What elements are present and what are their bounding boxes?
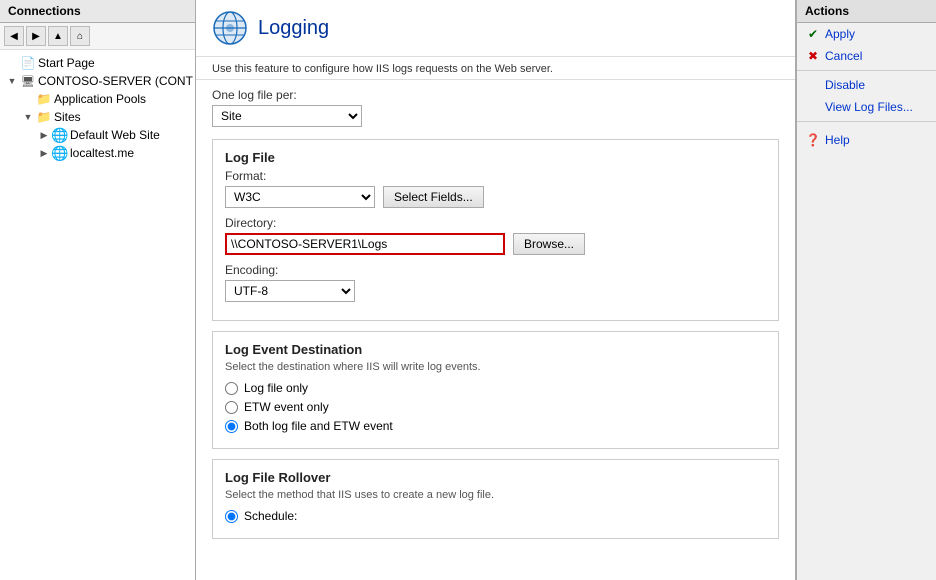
help-icon: ❓ [805,132,821,148]
cancel-label: Cancel [825,49,862,63]
radio-schedule-label: Schedule: [244,509,297,523]
log-file-rollover-section: Log File Rollover Select the method that… [212,459,779,539]
cancel-action[interactable]: ✖ Cancel [797,45,936,67]
encoding-row: UTF-8 ANSI [225,280,766,302]
center-panel: Logging Use this feature to configure ho… [196,0,796,580]
view-log-files-action[interactable]: View Log Files... [797,96,936,118]
expand-start-page [4,55,20,71]
radio-log-file-only[interactable] [225,382,238,395]
browse-button[interactable]: Browse... [513,233,585,255]
log-event-desc: Select the destination where IIS will wr… [225,361,766,373]
help-action[interactable]: ❓ Help [797,129,936,151]
feature-description: Use this feature to configure how IIS lo… [196,57,795,80]
log-event-section: Log Event Destination Select the destina… [212,331,779,449]
feature-content: One log file per: Site Server Log File F… [196,80,795,580]
default-web-icon: 🌐 [52,127,68,143]
localtest-label: localtest.me [70,146,134,160]
view-log-files-label: View Log Files... [825,100,913,114]
log-event-title: Log Event Destination [225,342,766,357]
expand-sites[interactable]: ▼ [20,109,36,125]
directory-row: Browse... [225,233,766,255]
radio-etw-only-row: ETW event only [225,400,766,414]
radio-log-file-only-label: Log file only [244,381,308,395]
sites-label: Sites [54,110,81,124]
start-page-label: Start Page [38,56,95,70]
directory-label: Directory: [225,216,766,230]
tree-item-start-page[interactable]: 📄 Start Page [0,54,195,72]
home-button[interactable]: ⌂ [70,26,90,46]
tree-item-localtest[interactable]: ▶ 🌐 localtest.me [0,144,195,162]
radio-log-file-only-row: Log file only [225,381,766,395]
server-icon: 🖥 [20,73,36,89]
rollover-title: Log File Rollover [225,470,766,485]
log-file-section: Log File Format: W3C IIS NCSA Custom Sel… [212,139,779,321]
cancel-icon: ✖ [805,48,821,64]
expand-default-web[interactable]: ▶ [36,127,52,143]
rollover-desc: Select the method that IIS uses to creat… [225,489,766,501]
radio-both[interactable] [225,420,238,433]
radio-schedule-row: Schedule: [225,509,766,523]
log-file-title: Log File [225,150,766,165]
apply-label: Apply [825,27,855,41]
tree-area: 📄 Start Page ▼ 🖥 CONTOSO-SERVER (CONT 📁 … [0,50,195,580]
connections-toolbar: ◀ ▶ ▲ ⌂ [0,23,195,50]
format-label: Format: [225,169,766,183]
app-pools-label: Application Pools [54,92,146,106]
apply-action[interactable]: ✔ Apply [797,23,936,45]
start-page-icon: 📄 [20,55,36,71]
tree-item-app-pools[interactable]: 📁 Application Pools [0,90,195,108]
tree-item-sites[interactable]: ▼ 📁 Sites [0,108,195,126]
expand-contoso[interactable]: ▼ [4,73,20,89]
radio-schedule[interactable] [225,510,238,523]
contoso-server-label: CONTOSO-SERVER (CONT [38,74,193,88]
one-log-file-section: One log file per: Site Server [212,88,779,127]
help-label: Help [825,133,850,147]
apply-icon: ✔ [805,26,821,42]
directory-input[interactable] [225,233,505,255]
format-select[interactable]: W3C IIS NCSA Custom [225,186,375,208]
tree-item-default-web-site[interactable]: ▶ 🌐 Default Web Site [0,126,195,144]
radio-etw-only[interactable] [225,401,238,414]
select-fields-button[interactable]: Select Fields... [383,186,484,208]
view-log-files-icon [805,99,821,115]
radio-both-label: Both log file and ETW event [244,419,393,433]
sites-icon: 📁 [36,109,52,125]
up-button[interactable]: ▲ [48,26,68,46]
connections-header: Connections [0,0,195,23]
feature-title: Logging [258,17,329,40]
forward-button[interactable]: ▶ [26,26,46,46]
expand-localtest[interactable]: ▶ [36,145,52,161]
radio-etw-only-label: ETW event only [244,400,329,414]
feature-header: Logging [196,0,795,57]
disable-icon [805,77,821,93]
actions-divider-2 [797,121,936,122]
expand-app-pools [20,91,36,107]
app-pools-icon: 📁 [36,91,52,107]
encoding-select[interactable]: UTF-8 ANSI [225,280,355,302]
disable-action[interactable]: Disable [797,74,936,96]
localtest-icon: 🌐 [52,145,68,161]
actions-divider [797,70,936,71]
radio-both-row: Both log file and ETW event [225,419,766,433]
back-button[interactable]: ◀ [4,26,24,46]
left-panel: Connections ◀ ▶ ▲ ⌂ 📄 Start Page ▼ 🖥 CON… [0,0,196,580]
default-web-label: Default Web Site [70,128,160,142]
right-panel: Actions ✔ Apply ✖ Cancel Disable View Lo… [796,0,936,580]
format-row: W3C IIS NCSA Custom Select Fields... [225,186,766,208]
tree-item-contoso-server[interactable]: ▼ 🖥 CONTOSO-SERVER (CONT [0,72,195,90]
actions-header: Actions [797,0,936,23]
logging-icon [212,10,248,46]
one-log-file-select[interactable]: Site Server [212,105,362,127]
one-log-file-label: One log file per: [212,88,779,102]
disable-label: Disable [825,78,865,92]
encoding-label: Encoding: [225,263,766,277]
